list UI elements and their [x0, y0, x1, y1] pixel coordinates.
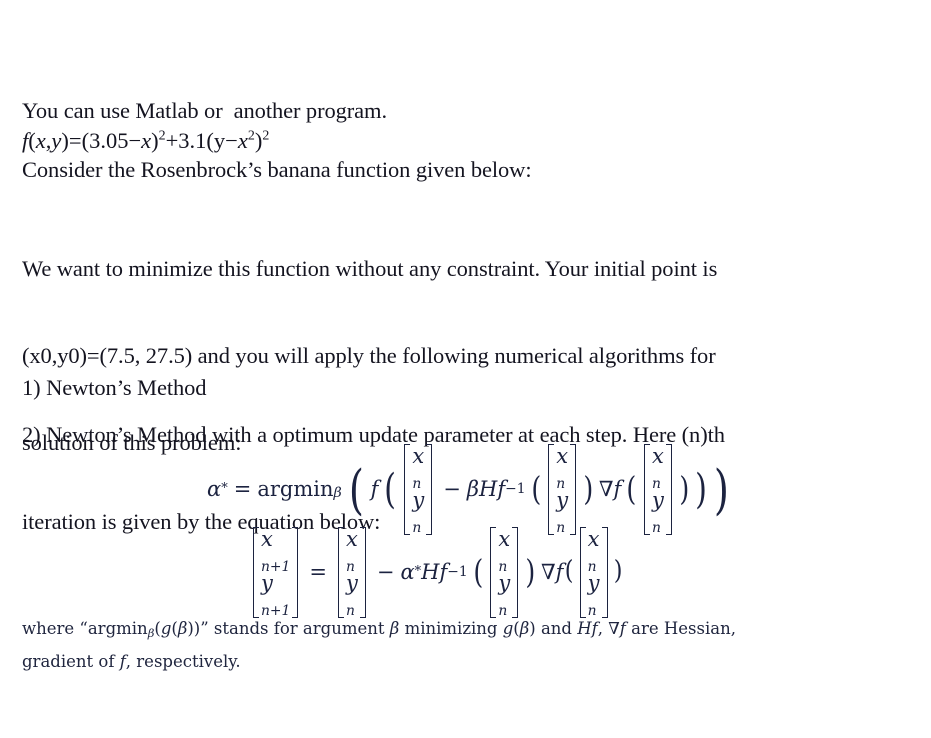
- lhs-vec-bottom: y n+1: [261, 571, 291, 620]
- gradient-paren-close: ): [679, 469, 690, 508]
- gradient-paren-close-eq2: ): [613, 556, 623, 587]
- vec2-bottom: yn: [556, 488, 569, 537]
- function-definition: f(x,y)=(3.05−x)2+3.1(y−x2)2: [22, 126, 269, 155]
- hf-paren-open-eq2: (: [473, 552, 483, 591]
- f-symbol-outer: f: [370, 477, 379, 501]
- vec2-top: xn: [556, 443, 569, 492]
- alpha-symbol-eq2: α: [400, 560, 415, 584]
- note-prefix: where “argmin: [22, 619, 148, 638]
- minus-sign-eq2: −: [376, 560, 395, 584]
- equals-sign-eq2: =: [309, 560, 327, 584]
- vector-xn1-yn1: x n+1 y n+1: [249, 526, 302, 620]
- Hf-symbol-eq1: Hf: [479, 477, 506, 501]
- vector-xn-yn-2: xn yn: [544, 443, 580, 537]
- note-line-2: gradient of f, respectively.: [22, 645, 241, 678]
- vec1-top: xn: [412, 443, 425, 492]
- exponent-2b: 2: [247, 128, 255, 144]
- note-g-symbol: g: [160, 619, 172, 638]
- vector-xn-yn-3: xn yn: [640, 443, 676, 537]
- nabla-f-eq1: ∇f: [598, 477, 622, 501]
- note-beta-subscript: β: [147, 626, 155, 641]
- minimize-line-1: We want to minimize this function withou…: [22, 256, 718, 281]
- note-close-paren: ))”: [187, 619, 209, 638]
- note-g-2: g: [502, 619, 514, 638]
- note-beta-2: β: [389, 619, 400, 638]
- equation-iteration: xn+1 yn+1 = xn yn − α*Hf−1 ( xn yn: [248, 526, 624, 618]
- f-paren-open: (: [384, 465, 397, 514]
- note-beta-3: β: [519, 619, 530, 638]
- note-and-text: and: [540, 619, 572, 638]
- vec3-bottom: yn: [651, 488, 664, 537]
- note-comma: ,: [597, 619, 603, 638]
- note-minimizing-text: minimizing: [404, 619, 498, 638]
- nabla-f-eq2: ∇f: [540, 560, 564, 584]
- vec5-bottom: yn: [498, 571, 511, 620]
- outer-paren-close: ): [713, 458, 729, 522]
- outer-paren-open: (: [348, 458, 364, 522]
- rhs-vec-bottom: yn: [345, 571, 358, 620]
- hf-paren-close-eq2: ): [525, 552, 536, 591]
- gradient-paren-open-eq2: (: [564, 556, 574, 587]
- lhs-vec-top: x n+1: [261, 526, 291, 575]
- vector-xn-yn-4: xn yn: [334, 526, 370, 620]
- gradient-paren-open: (: [626, 469, 637, 508]
- document-page: You can use Matlab or another program. C…: [0, 0, 931, 738]
- vec3-top: xn: [651, 443, 664, 492]
- note2-prefix: gradient of: [22, 652, 115, 671]
- note2-tail: , respectively.: [125, 652, 241, 671]
- hf-paren-close: ): [583, 469, 594, 508]
- exponent-2a: 2: [158, 128, 166, 144]
- beta-symbol: β: [466, 477, 479, 501]
- exponent-2c: 2: [262, 128, 270, 144]
- vec1-bottom: yn: [412, 488, 425, 537]
- note-stands-text: stands for argument: [213, 619, 385, 638]
- vec6-top: xn: [587, 526, 600, 575]
- method-2-line-1: 2) Newton’s Method with a optimum update…: [22, 422, 725, 447]
- note-Hf: Hf: [577, 619, 598, 638]
- minus-sign-eq1: −: [443, 477, 461, 501]
- note-tail-text: are Hessian,: [631, 619, 736, 638]
- Hf-symbol-eq2: Hf: [421, 560, 448, 584]
- vector-xn-yn-5: xn yn: [486, 526, 522, 620]
- note-nabla-f: ∇f: [608, 619, 626, 638]
- note-beta-arg: β: [177, 619, 188, 638]
- vector-xn-yn-6: xn yn: [576, 526, 612, 620]
- f-paren-close: ): [694, 465, 707, 514]
- vec5-top: xn: [498, 526, 511, 575]
- vec6-bottom: yn: [587, 571, 600, 620]
- consider-line: Consider the Rosenbrock’s banana functio…: [22, 157, 532, 182]
- argmin-operator: argmin: [257, 477, 334, 501]
- equals-sign: =: [233, 477, 252, 501]
- alpha-symbol: α: [207, 477, 222, 501]
- hf-paren-open: (: [530, 469, 541, 508]
- function-args: (x,y)=(3.05−x)2+3.1(y−x2)2: [28, 128, 270, 153]
- rhs-vec-top: xn: [345, 526, 358, 575]
- equation-argmin: α * = argmin β ( f ( xn yn − β Hf −1 ( xn: [207, 443, 729, 537]
- note-line-1: where “argminβ(g(β))” stands for argumen…: [22, 619, 736, 641]
- vector-xn-yn-1: xn yn: [400, 443, 436, 537]
